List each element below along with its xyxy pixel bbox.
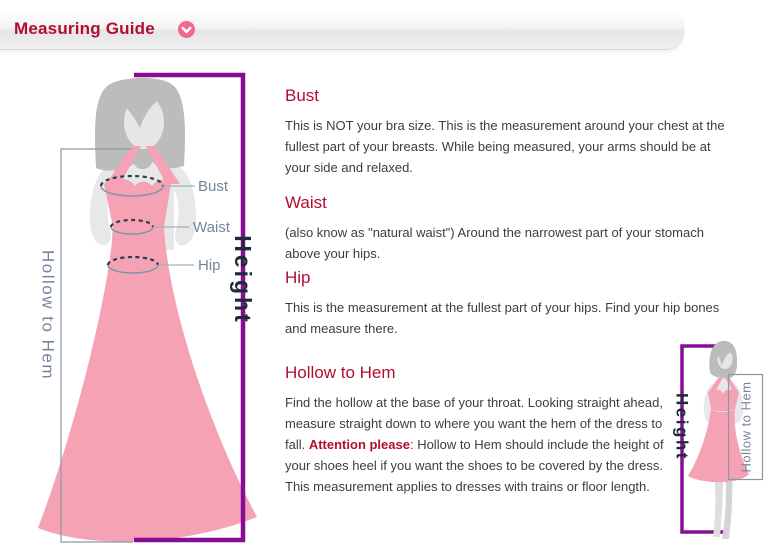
- measuring-guide-header[interactable]: Measuring Guide: [0, 9, 684, 50]
- section-waist: Waist (also know as "natural waist") Aro…: [285, 193, 735, 264]
- bust-description: This is NOT your bra size. This is the m…: [285, 115, 735, 178]
- height-vertical-label: Height: [230, 235, 256, 325]
- main-dress-diagram: Bust Waist Hip Height Hollow to Hem: [25, 58, 275, 553]
- small-height-vertical-label: Height: [673, 393, 692, 461]
- dress-skirt: [38, 227, 257, 542]
- hip-diagram-label: Hip: [198, 257, 221, 274]
- waist-diagram-label: Waist: [193, 219, 231, 236]
- hollow-to-hem-description: Find the hollow at the base of your thro…: [285, 392, 673, 497]
- hip-heading: Hip: [285, 268, 735, 288]
- waist-description: (also know as "natural waist") Around th…: [285, 222, 735, 264]
- page-title: Measuring Guide: [14, 19, 155, 39]
- section-bust: Bust This is NOT your bra size. This is …: [285, 86, 735, 178]
- bust-heading: Bust: [285, 86, 735, 106]
- hollow-to-hem-vertical-label: Hollow to Hem: [39, 250, 58, 380]
- hollow-to-hem-heading: Hollow to Hem: [285, 363, 673, 383]
- section-hollow-to-hem: Hollow to Hem Find the hollow at the bas…: [285, 363, 673, 497]
- dress-bodice: [104, 179, 171, 233]
- small-dress-diagram: Height Hollow to Hem: [650, 330, 778, 553]
- bust-diagram-label: Bust: [198, 178, 229, 195]
- small-hollow-to-hem-vertical-label: Hollow to Hem: [739, 381, 754, 472]
- waist-heading: Waist: [285, 193, 735, 213]
- chevron-down-icon[interactable]: [178, 21, 195, 38]
- section-hip: Hip This is the measurement at the fulle…: [285, 268, 735, 339]
- measuring-guide-page: Measuring Guide: [0, 0, 778, 553]
- attention-please-label: Attention please: [309, 437, 410, 452]
